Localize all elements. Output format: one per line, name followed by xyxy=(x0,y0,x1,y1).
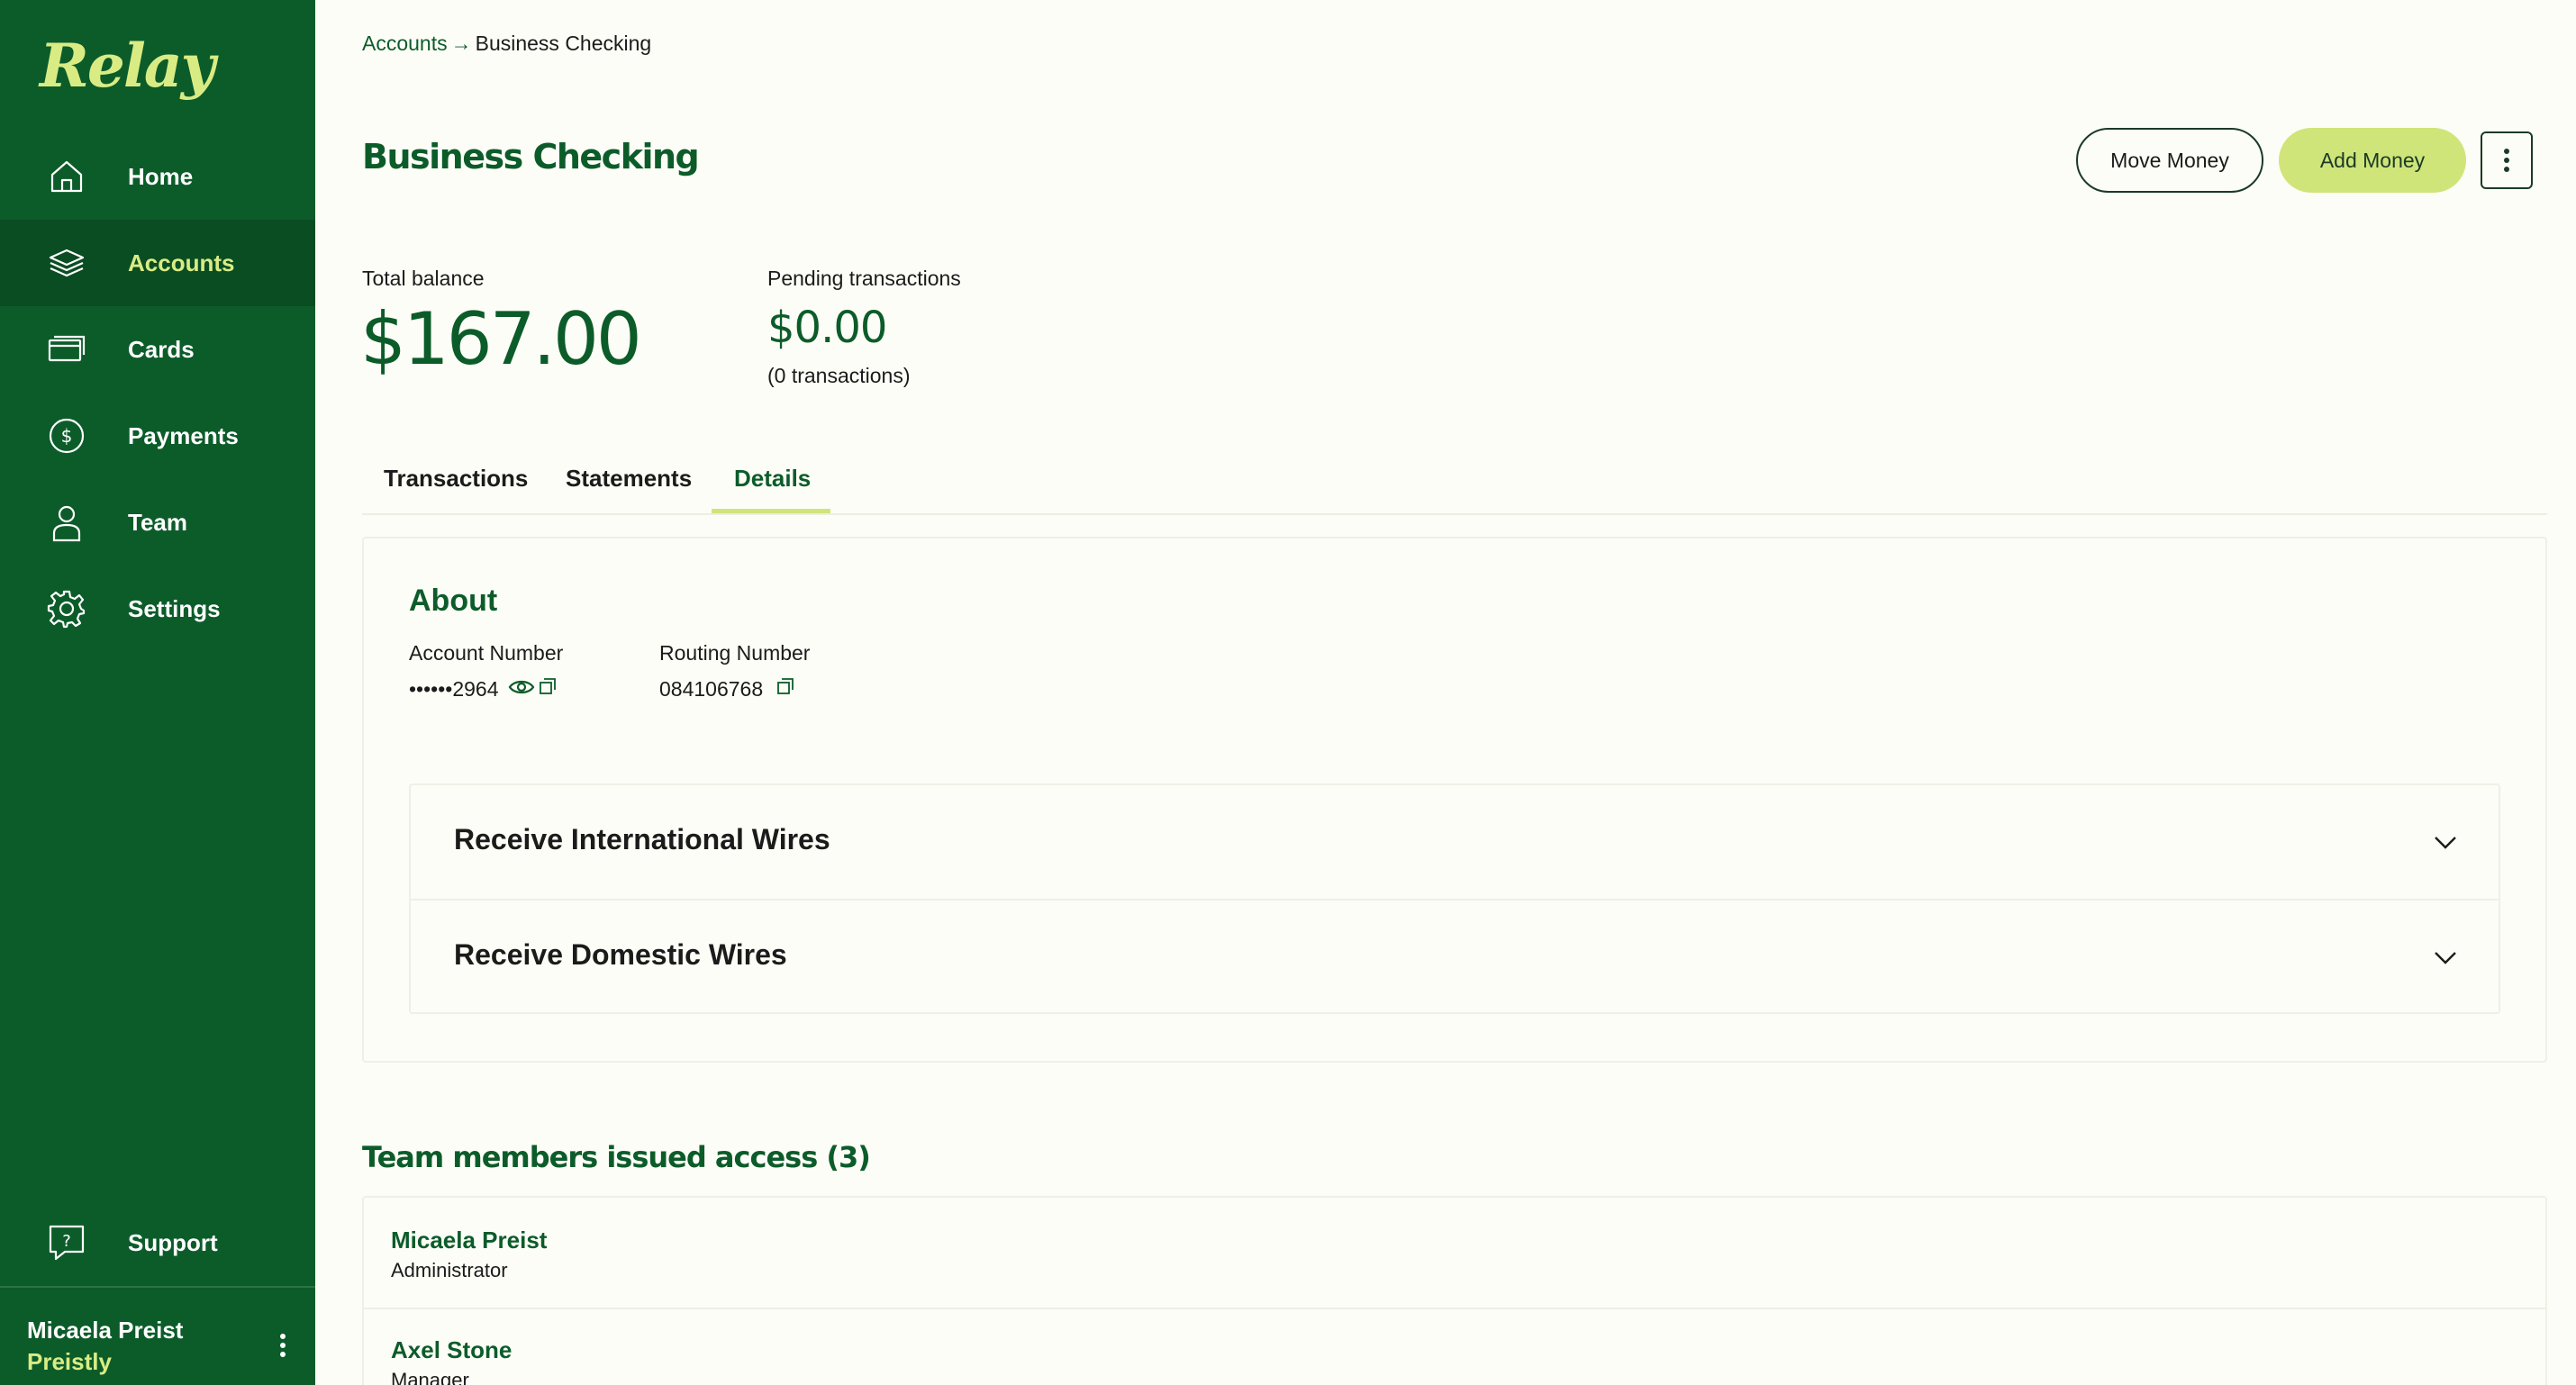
copy-icon[interactable] xyxy=(539,677,557,695)
tab-transactions[interactable]: Transactions xyxy=(384,465,528,493)
more-vertical-icon xyxy=(2504,149,2509,172)
more-vertical-icon[interactable] xyxy=(270,1327,295,1363)
user-name: Micaela Preist xyxy=(27,1317,184,1344)
accordion-label: Receive International Wires xyxy=(454,823,830,855)
dollar-circle-icon: $ xyxy=(49,418,85,454)
breadcrumb-separator: → xyxy=(450,32,472,55)
pending-transactions-label: Pending transactions xyxy=(767,267,961,290)
sidebar: Relay Home Accounts Cards $ Payments Tea… xyxy=(0,0,315,1385)
chevron-down-icon xyxy=(2435,837,2456,849)
member-role: Administrator xyxy=(391,1259,508,1281)
about-title: About xyxy=(409,584,498,618)
more-options-button[interactable] xyxy=(2481,131,2533,189)
sidebar-item-payments[interactable]: $ Payments xyxy=(0,393,315,479)
gear-icon xyxy=(47,590,86,629)
breadcrumb: Accounts → Business Checking xyxy=(362,32,651,56)
sidebar-item-label: Team xyxy=(128,508,187,536)
pending-transactions-count: (0 transactions) xyxy=(767,364,911,387)
sidebar-item-cards[interactable]: Cards xyxy=(0,306,315,393)
sidebar-item-label: Cards xyxy=(128,335,195,363)
total-balance-value: $167.00 xyxy=(360,297,642,381)
page-title: Business Checking xyxy=(362,137,700,177)
breadcrumb-accounts-link[interactable]: Accounts xyxy=(362,32,448,55)
sidebar-item-team[interactable]: Team xyxy=(0,479,315,566)
svg-text:?: ? xyxy=(62,1232,71,1251)
add-money-button[interactable]: Add Money xyxy=(2279,128,2466,193)
account-number-label: Account Number xyxy=(409,641,564,665)
copy-icon[interactable] xyxy=(776,677,794,695)
move-money-button[interactable]: Move Money xyxy=(2076,128,2263,193)
sidebar-item-label: Support xyxy=(128,1228,218,1256)
sidebar-divider xyxy=(0,1286,315,1288)
accordion-label: Receive Domestic Wires xyxy=(454,938,787,971)
relay-logo[interactable]: Relay xyxy=(40,31,215,101)
member-name: Axel Stone xyxy=(391,1336,512,1363)
eye-icon[interactable] xyxy=(508,677,535,697)
team-access-title: Team members issued access (3) xyxy=(362,1140,871,1174)
routing-number-value: 084106768 xyxy=(659,677,764,701)
total-balance-label: Total balance xyxy=(362,267,485,290)
sidebar-item-label: Accounts xyxy=(128,249,235,276)
sidebar-item-label: Payments xyxy=(128,421,239,449)
sidebar-item-support[interactable]: ? Support xyxy=(0,1199,315,1286)
sidebar-item-label: Settings xyxy=(128,594,221,622)
account-number-value: ••••••2964 xyxy=(409,677,499,701)
layers-icon xyxy=(49,249,85,277)
tabs-divider xyxy=(362,513,2547,515)
wires-accordion: Receive International Wires Receive Dome… xyxy=(409,783,2500,1014)
routing-number-label: Routing Number xyxy=(659,641,811,665)
sidebar-item-label: Home xyxy=(128,162,194,190)
help-chat-icon: ? xyxy=(49,1225,85,1261)
sidebar-item-accounts[interactable]: Accounts xyxy=(0,220,315,306)
member-name: Micaela Preist xyxy=(391,1227,548,1254)
svg-text:$: $ xyxy=(61,425,73,447)
sidebar-item-home[interactable]: Home xyxy=(0,133,315,220)
tab-details[interactable]: Details xyxy=(734,465,811,493)
sidebar-item-settings[interactable]: Settings xyxy=(0,566,315,652)
chevron-down-icon xyxy=(2435,952,2456,964)
home-icon xyxy=(50,160,83,193)
member-role: Manager xyxy=(391,1369,469,1385)
list-item[interactable]: Micaela Preist Administrator xyxy=(391,1198,2535,1306)
accordion-receive-international-wires[interactable]: Receive International Wires xyxy=(411,785,2499,899)
user-icon xyxy=(52,505,81,542)
accordion-receive-domestic-wires[interactable]: Receive Domestic Wires xyxy=(411,901,2499,1014)
team-members-list: Micaela Preist Administrator Axel Stone … xyxy=(362,1196,2547,1385)
card-icon xyxy=(48,335,86,362)
tab-statements[interactable]: Statements xyxy=(566,465,692,493)
user-company: Preistly xyxy=(27,1348,112,1375)
breadcrumb-current: Business Checking xyxy=(475,32,652,55)
list-item[interactable]: Axel Stone Manager xyxy=(391,1308,2535,1385)
pending-transactions-value: $0.00 xyxy=(767,303,887,353)
